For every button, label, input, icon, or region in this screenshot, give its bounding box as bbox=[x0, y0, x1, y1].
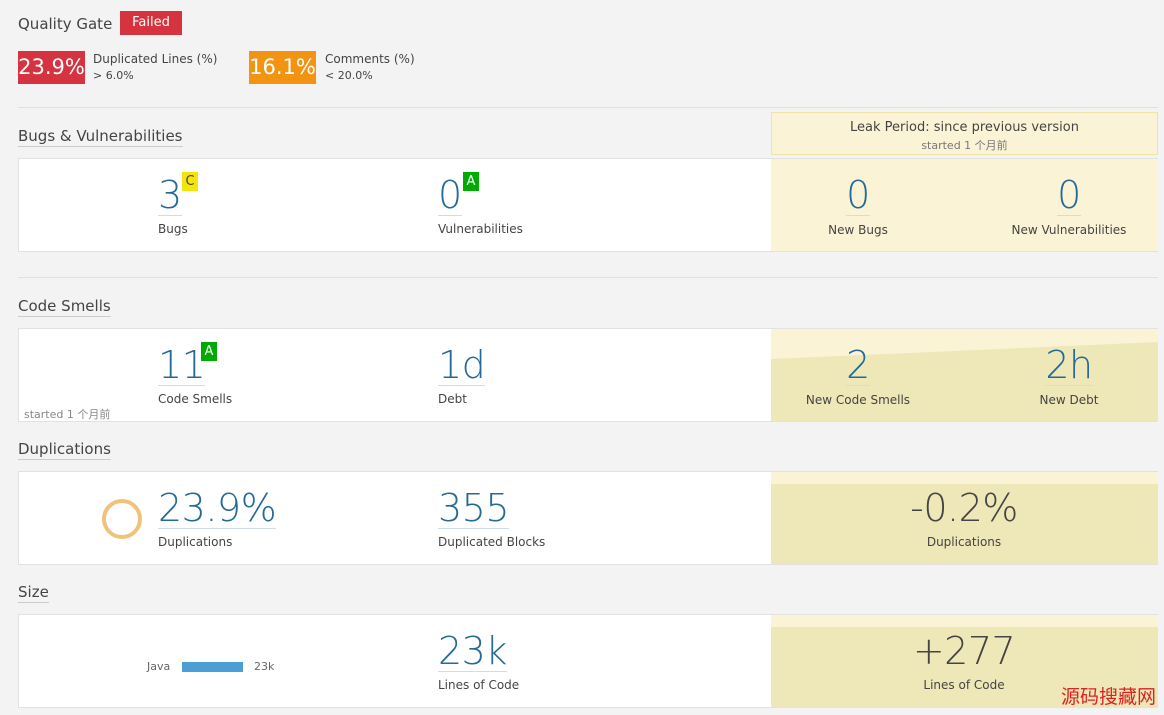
bugs-vulnerabilities-panel: 3 C Bugs 0 A Vulnerabilities 0 New Bugs … bbox=[18, 158, 1158, 252]
bugs-label: Bugs bbox=[158, 222, 188, 236]
leak-area-trend-shape bbox=[771, 615, 1158, 627]
leak-period-header: Leak Period: since previous version star… bbox=[771, 112, 1158, 155]
new-debt-value[interactable]: 2h bbox=[994, 345, 1144, 386]
new-bugs-label: New Bugs bbox=[828, 223, 888, 237]
size-panel: Java 23k 23k Lines of Code +277 Lines of… bbox=[18, 614, 1158, 708]
comments-condition-name: Comments (%) bbox=[325, 52, 415, 66]
bugs-rating-badge[interactable]: C bbox=[182, 172, 198, 191]
duplications-value[interactable]: 23.9% bbox=[158, 488, 277, 529]
leak-period-title: Leak Period: since previous version bbox=[850, 120, 1079, 135]
bugs-value[interactable]: 3 bbox=[158, 175, 182, 216]
language-name: Java bbox=[147, 660, 171, 673]
comments-condition-value[interactable]: 16.1% bbox=[249, 51, 316, 84]
duplications-label: Duplications bbox=[158, 535, 233, 549]
leak-area-trend-shape bbox=[771, 472, 1158, 484]
duplications-panel: 23.9% Duplications 355 Duplicated Blocks… bbox=[18, 471, 1158, 565]
new-lines-of-code-value: +277 bbox=[912, 629, 1016, 673]
new-vulnerabilities-value[interactable]: 0 bbox=[994, 175, 1144, 216]
new-vulnerabilities-label: New Vulnerabilities bbox=[1011, 223, 1127, 237]
separator bbox=[18, 107, 1158, 108]
language-value: 23k bbox=[254, 660, 275, 673]
new-duplications-value: -0.2% bbox=[910, 486, 1018, 530]
new-code-smells-label: New Code Smells bbox=[805, 393, 911, 407]
debt-value[interactable]: 1d bbox=[438, 345, 486, 386]
code-smells-started: started 1 个月前 bbox=[24, 408, 111, 421]
comments-condition-threshold: < 20.0% bbox=[325, 69, 373, 82]
watermark: 源码搜藏网 bbox=[1060, 686, 1156, 708]
separator bbox=[18, 277, 1158, 278]
new-debt-label: New Debt bbox=[1039, 393, 1099, 407]
duplicated-lines-condition-value[interactable]: 23.9% bbox=[18, 51, 85, 84]
leak-period-started: started 1 个月前 bbox=[921, 139, 1008, 152]
code-smells-section-title[interactable]: Code Smells bbox=[18, 297, 111, 317]
vulnerabilities-rating-badge[interactable]: A bbox=[463, 172, 479, 191]
duplicated-blocks-value[interactable]: 355 bbox=[438, 488, 510, 529]
duplicated-lines-condition-name: Duplicated Lines (%) bbox=[93, 52, 218, 66]
new-vulnerabilities-metric: 0 New Vulnerabilities bbox=[994, 175, 1144, 237]
debt-label: Debt bbox=[438, 392, 467, 406]
code-smells-panel: 11 A Code Smells 1d Debt started 1 个月前 2… bbox=[18, 328, 1158, 422]
code-smells-rating-badge[interactable]: A bbox=[201, 342, 217, 361]
new-bugs-metric: 0 New Bugs bbox=[788, 175, 928, 237]
vulnerabilities-label: Vulnerabilities bbox=[438, 222, 523, 236]
new-lines-of-code-metric: +277 Lines of Code bbox=[889, 631, 1039, 692]
new-lines-of-code-label: Lines of Code bbox=[923, 678, 1005, 692]
duplications-donut-chart bbox=[102, 499, 142, 539]
new-debt-metric: 2h New Debt bbox=[994, 345, 1144, 407]
lines-of-code-label: Lines of Code bbox=[438, 678, 520, 692]
quality-gate-title: Quality Gate bbox=[18, 15, 113, 33]
new-code-smells-value[interactable]: 2 bbox=[788, 345, 928, 386]
size-section-title[interactable]: Size bbox=[18, 583, 49, 603]
vulnerabilities-value[interactable]: 0 bbox=[438, 175, 462, 216]
language-distribution-bar bbox=[182, 662, 243, 672]
bugs-vulnerabilities-section-title[interactable]: Bugs & Vulnerabilities bbox=[18, 127, 183, 147]
lines-of-code-value[interactable]: 23k bbox=[438, 631, 507, 672]
duplicated-lines-condition-threshold: > 6.0% bbox=[93, 69, 134, 82]
code-smells-value[interactable]: 11 bbox=[158, 345, 206, 386]
new-duplications-label: Duplications bbox=[926, 535, 1002, 549]
duplicated-blocks-label: Duplicated Blocks bbox=[438, 535, 546, 549]
new-duplications-metric: -0.2% Duplications bbox=[889, 488, 1039, 549]
duplications-section-title[interactable]: Duplications bbox=[18, 440, 111, 460]
code-smells-label: Code Smells bbox=[158, 392, 233, 406]
quality-gate-status-badge: Failed bbox=[120, 11, 182, 35]
new-code-smells-metric: 2 New Code Smells bbox=[788, 345, 928, 407]
new-bugs-value[interactable]: 0 bbox=[788, 175, 928, 216]
